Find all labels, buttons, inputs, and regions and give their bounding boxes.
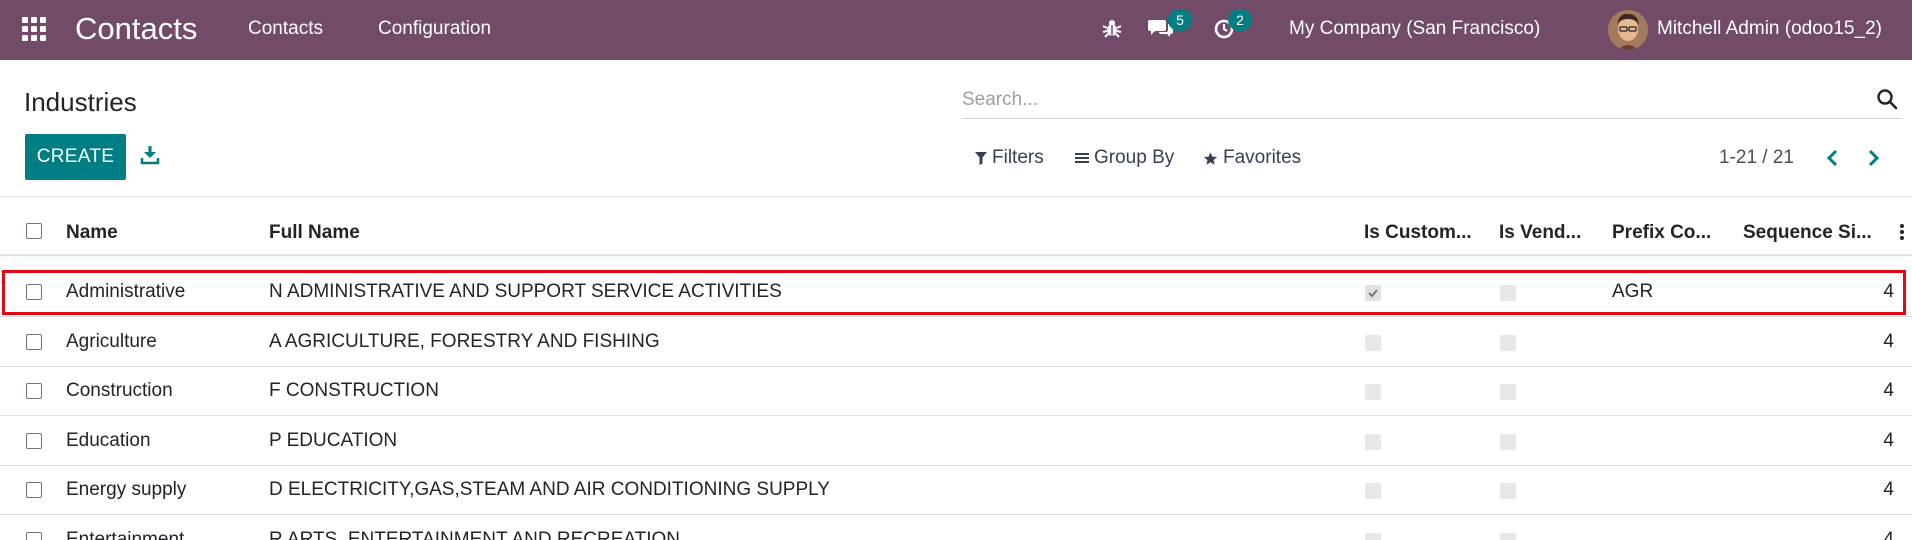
cell-name: Construction: [66, 380, 173, 401]
is-customer-checkbox: [1365, 384, 1381, 400]
is-customer-checkbox: [1365, 533, 1381, 540]
download-icon[interactable]: [140, 144, 162, 168]
column-is-vendor[interactable]: Is Vend...: [1499, 221, 1581, 245]
column-full-name[interactable]: Full Name: [269, 221, 360, 245]
filters-label: Filters: [992, 147, 1044, 168]
table-row[interactable]: Agriculture A AGRICULTURE, FORESTRY AND …: [0, 317, 1912, 367]
table-row[interactable]: Education P EDUCATION 4: [0, 416, 1912, 466]
is-customer-checkbox: [1365, 285, 1381, 301]
top-navbar: Contacts Contacts Configuration 5 2 My C…: [0, 0, 1912, 60]
table-row[interactable]: Administrative N ADMINISTRATIVE AND SUPP…: [0, 267, 1912, 317]
activities-badge: 2: [1228, 9, 1252, 31]
list-header: Name Full Name Is Custom... Is Vend... P…: [0, 210, 1912, 256]
column-is-customer[interactable]: Is Custom...: [1364, 221, 1472, 245]
cell-name: Entertainment: [66, 529, 185, 540]
cell-name: Education: [66, 430, 151, 451]
search-input[interactable]: [962, 84, 1842, 116]
filter-icon: [975, 152, 987, 165]
pager-value[interactable]: 1-21 / 21: [1719, 146, 1794, 170]
is-vendor-checkbox: [1500, 483, 1516, 499]
cell-sequence-size: 4: [1883, 529, 1894, 540]
favorites-button[interactable]: Favorites: [1203, 146, 1301, 170]
is-customer-checkbox: [1365, 434, 1381, 450]
is-vendor-checkbox: [1500, 384, 1516, 400]
star-icon: [1203, 151, 1218, 165]
favorites-label: Favorites: [1223, 147, 1302, 168]
is-vendor-checkbox: [1500, 335, 1516, 351]
row-checkbox[interactable]: [26, 433, 42, 449]
select-all-checkbox[interactable]: [26, 223, 42, 239]
apps-grid-icon[interactable]: [21, 16, 47, 42]
cell-full-name: F CONSTRUCTION: [269, 380, 439, 401]
column-sequence-size[interactable]: Sequence Si...: [1743, 221, 1872, 245]
search-bar: [962, 84, 1902, 119]
app-name[interactable]: Contacts: [75, 10, 197, 48]
table-row[interactable]: Entertainment R ARTS, ENTERTAINMENT AND …: [0, 515, 1912, 540]
cell-name: Agriculture: [66, 331, 157, 352]
cell-full-name: P EDUCATION: [269, 430, 398, 451]
check-icon: [1368, 289, 1378, 298]
row-checkbox[interactable]: [26, 383, 42, 399]
messages-badge: 5: [1168, 9, 1192, 31]
group-by-icon: [1075, 153, 1089, 163]
cell-name: Energy supply: [66, 479, 187, 500]
cell-full-name: A AGRICULTURE, FORESTRY AND FISHING: [269, 331, 660, 352]
column-options-icon[interactable]: [1898, 222, 1906, 242]
pager-previous-icon[interactable]: [1820, 144, 1846, 172]
group-by-button[interactable]: Group By: [1075, 146, 1174, 170]
row-checkbox[interactable]: [26, 284, 42, 300]
column-prefix-code[interactable]: Prefix Co...: [1612, 221, 1711, 245]
cell-full-name: D ELECTRICITY,GAS,STEAM AND AIR CONDITIO…: [269, 479, 830, 500]
cell-sequence-size: 4: [1883, 331, 1894, 352]
company-switcher[interactable]: My Company (San Francisco): [1289, 17, 1540, 41]
pager-next-icon[interactable]: [1860, 144, 1886, 172]
create-button[interactable]: CREATE: [25, 134, 126, 180]
column-name[interactable]: Name: [66, 221, 118, 245]
page-title: Industries: [24, 87, 137, 117]
cell-sequence-size: 4: [1883, 479, 1894, 500]
user-avatar[interactable]: [1608, 10, 1648, 50]
search-icon[interactable]: [1876, 88, 1900, 112]
row-checkbox[interactable]: [26, 532, 42, 540]
cell-sequence-size: 4: [1883, 380, 1894, 401]
is-customer-checkbox: [1365, 483, 1381, 499]
is-vendor-checkbox: [1500, 434, 1516, 450]
is-vendor-checkbox: [1500, 533, 1516, 540]
cell-prefix-code: AGR: [1612, 281, 1654, 302]
is-vendor-checkbox: [1500, 285, 1516, 301]
group-by-label: Group By: [1094, 147, 1175, 168]
is-customer-checkbox: [1365, 335, 1381, 351]
control-panel-divider: [0, 196, 1912, 197]
row-checkbox[interactable]: [26, 482, 42, 498]
cell-sequence-size: 4: [1883, 281, 1894, 302]
cell-name: Administrative: [66, 281, 186, 302]
row-checkbox[interactable]: [26, 334, 42, 350]
menu-contacts[interactable]: Contacts: [248, 17, 323, 41]
cell-full-name: R ARTS, ENTERTAINMENT AND RECREATION: [269, 529, 681, 540]
user-menu[interactable]: Mitchell Admin (odoo15_2): [1657, 17, 1882, 41]
table-row[interactable]: Energy supply D ELECTRICITY,GAS,STEAM AN…: [0, 465, 1912, 515]
table-row[interactable]: Construction F CONSTRUCTION 4: [0, 366, 1912, 416]
cell-full-name: N ADMINISTRATIVE AND SUPPORT SERVICE ACT…: [269, 281, 782, 302]
filters-button[interactable]: Filters: [975, 146, 1044, 170]
bug-icon[interactable]: [1100, 16, 1124, 40]
menu-configuration[interactable]: Configuration: [378, 17, 491, 41]
cell-sequence-size: 4: [1883, 430, 1894, 451]
